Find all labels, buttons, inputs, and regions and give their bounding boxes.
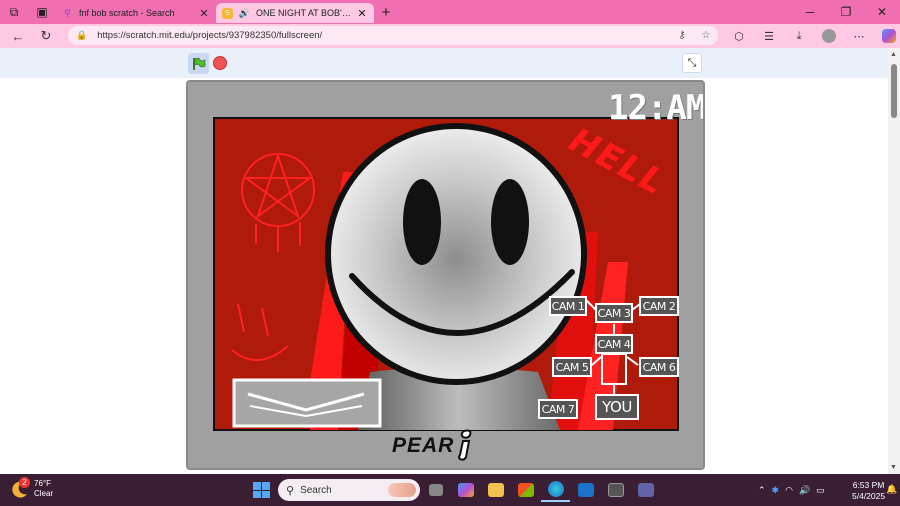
extensions-icon[interactable]: ⬡	[724, 24, 754, 48]
favorite-star-icon[interactable]: ☆	[694, 30, 718, 41]
game-stage[interactable]: HELL 12:AM CAM 1 CAM 3 CAM 2 CAM 4 CAM 5…	[186, 80, 705, 470]
close-tab-icon[interactable]: ✕	[356, 7, 368, 20]
system-tray: ⌃ ✱ ◠ 🔊 ▭	[758, 474, 831, 506]
search-placeholder: Search	[300, 484, 332, 496]
bluetooth-icon[interactable]: ✱	[772, 485, 780, 496]
night-clock: 12:AM	[608, 88, 705, 128]
downloads-icon[interactable]: ⤓	[784, 24, 814, 48]
cam-3-button[interactable]: CAM 3	[595, 303, 633, 323]
tab-bar: ⧉ ▣ ⚲ fnf bob scratch - Search ✕ S 🔊 ONE…	[0, 0, 900, 24]
close-window-icon[interactable]: ✕	[864, 0, 900, 24]
task-view-icon[interactable]	[421, 478, 450, 502]
bob-face	[325, 123, 587, 385]
weather-widget[interactable]: 2 76°F Clear	[10, 477, 54, 499]
moon-weather-icon: 2	[10, 477, 30, 499]
favorites-icon[interactable]: ☰	[754, 24, 784, 48]
weather-desc: Clear	[34, 489, 54, 498]
start-icon[interactable]	[250, 479, 272, 501]
outlook-icon[interactable]	[571, 478, 600, 502]
search-highlight-art	[388, 483, 416, 497]
bob-left-eye	[403, 179, 441, 265]
green-flag-button[interactable]	[188, 53, 209, 74]
workspaces-icon[interactable]: ⧉	[0, 0, 28, 24]
tray-overflow-icon[interactable]: ⌃	[758, 485, 766, 496]
edge-icon[interactable]	[541, 478, 570, 502]
taskbar-search[interactable]: ⚲ Search	[278, 479, 420, 501]
cam-1-button[interactable]: CAM 1	[549, 296, 587, 316]
teams-icon[interactable]	[631, 478, 660, 502]
tab-title: ONE NIGHT AT BOB'S 2 on Scratch	[256, 8, 356, 18]
cam-5-button[interactable]: CAM 5	[552, 357, 592, 377]
speaker-icon[interactable]: 🔊	[239, 8, 250, 19]
stage-header: ⤡	[0, 48, 888, 78]
cam-7-button[interactable]: CAM 7	[538, 399, 578, 419]
artist-signature: PEAR	[392, 434, 455, 457]
weather-badge: 2	[19, 477, 30, 488]
taskbar-date: 5/4/2025	[852, 491, 886, 501]
tab-scratch[interactable]: S 🔊 ONE NIGHT AT BOB'S 2 on Scratch ✕	[216, 3, 374, 23]
green-flag-icon	[192, 57, 205, 70]
cam-2-button[interactable]: CAM 2	[639, 296, 679, 316]
tab-actions-icon[interactable]: ▣	[28, 0, 56, 24]
scroll-thumb[interactable]	[891, 64, 897, 118]
taskbar-clock[interactable]: 6:53 PM 5/4/2025	[852, 480, 885, 502]
weather-temp: 76°F	[34, 479, 51, 488]
vertical-scrollbar[interactable]: ▲ ▼	[888, 48, 900, 474]
window-controls: ─ ❐ ✕	[792, 0, 900, 24]
tab-title: fnf bob scratch - Search	[79, 8, 175, 18]
back-icon[interactable]: ←	[4, 24, 32, 48]
notification-bell-icon[interactable]: 🔔	[886, 484, 897, 496]
wifi-icon[interactable]: ◠	[785, 485, 793, 496]
scroll-up-icon[interactable]: ▲	[890, 51, 897, 58]
new-tab-button[interactable]: +	[374, 4, 398, 21]
minimize-icon[interactable]: ─	[792, 0, 828, 24]
close-tab-icon[interactable]: ✕	[198, 7, 210, 20]
copilot-app-icon[interactable]	[451, 478, 480, 502]
flip-camera-panel	[232, 378, 382, 428]
cam-6-button[interactable]: CAM 6	[639, 357, 679, 377]
bob-right-eye	[491, 179, 529, 265]
yahoo-app-icon[interactable]	[601, 478, 630, 502]
url-text: https://scratch.mit.edu/projects/9379823…	[97, 30, 323, 41]
search-favicon-icon: ⚲	[64, 7, 71, 18]
battery-icon[interactable]: ▭	[816, 485, 825, 496]
volume-icon[interactable]: 🔊	[799, 485, 810, 496]
refresh-icon[interactable]: ↻	[32, 24, 60, 48]
more-icon[interactable]: ⋯	[844, 24, 874, 48]
windows-taskbar: 2 76°F Clear ⚲ Search ⌃ ✱ ◠ 🔊 ▭ 6:53 PM …	[0, 474, 900, 506]
stop-button[interactable]	[213, 56, 227, 70]
cam-4-button[interactable]: CAM 4	[595, 334, 633, 354]
copilot-icon[interactable]	[874, 24, 900, 48]
restore-icon[interactable]: ❐	[828, 0, 864, 24]
profile-icon[interactable]	[814, 24, 844, 48]
exit-fullscreen-icon[interactable]: ⤡	[682, 53, 702, 73]
file-explorer-icon[interactable]	[481, 478, 510, 502]
search-icon: ⚲	[286, 484, 295, 497]
scratch-favicon-icon: S	[222, 7, 233, 19]
signature-mark-icon	[458, 429, 472, 461]
taskbar-time: 6:53 PM	[852, 480, 885, 490]
translate-icon[interactable]: ⚷	[670, 30, 694, 41]
address-bar[interactable]: 🔒 https://scratch.mit.edu/projects/93798…	[68, 26, 718, 45]
page-content: ⤡ HELL 12:AM CAM 1 CAM 3 CAM 2 CAM 4 CAM…	[0, 48, 900, 474]
tab-search[interactable]: ⚲ fnf bob scratch - Search ✕	[56, 3, 216, 23]
store-icon[interactable]	[511, 478, 540, 502]
you-marker: YOU	[595, 394, 639, 420]
scroll-down-icon[interactable]: ▼	[890, 464, 897, 471]
taskbar-apps: ⚲ Search	[250, 478, 660, 502]
lock-icon[interactable]: 🔒	[76, 30, 87, 41]
toolbar-right: ⬡ ☰ ⤓ ⋯	[724, 24, 900, 48]
